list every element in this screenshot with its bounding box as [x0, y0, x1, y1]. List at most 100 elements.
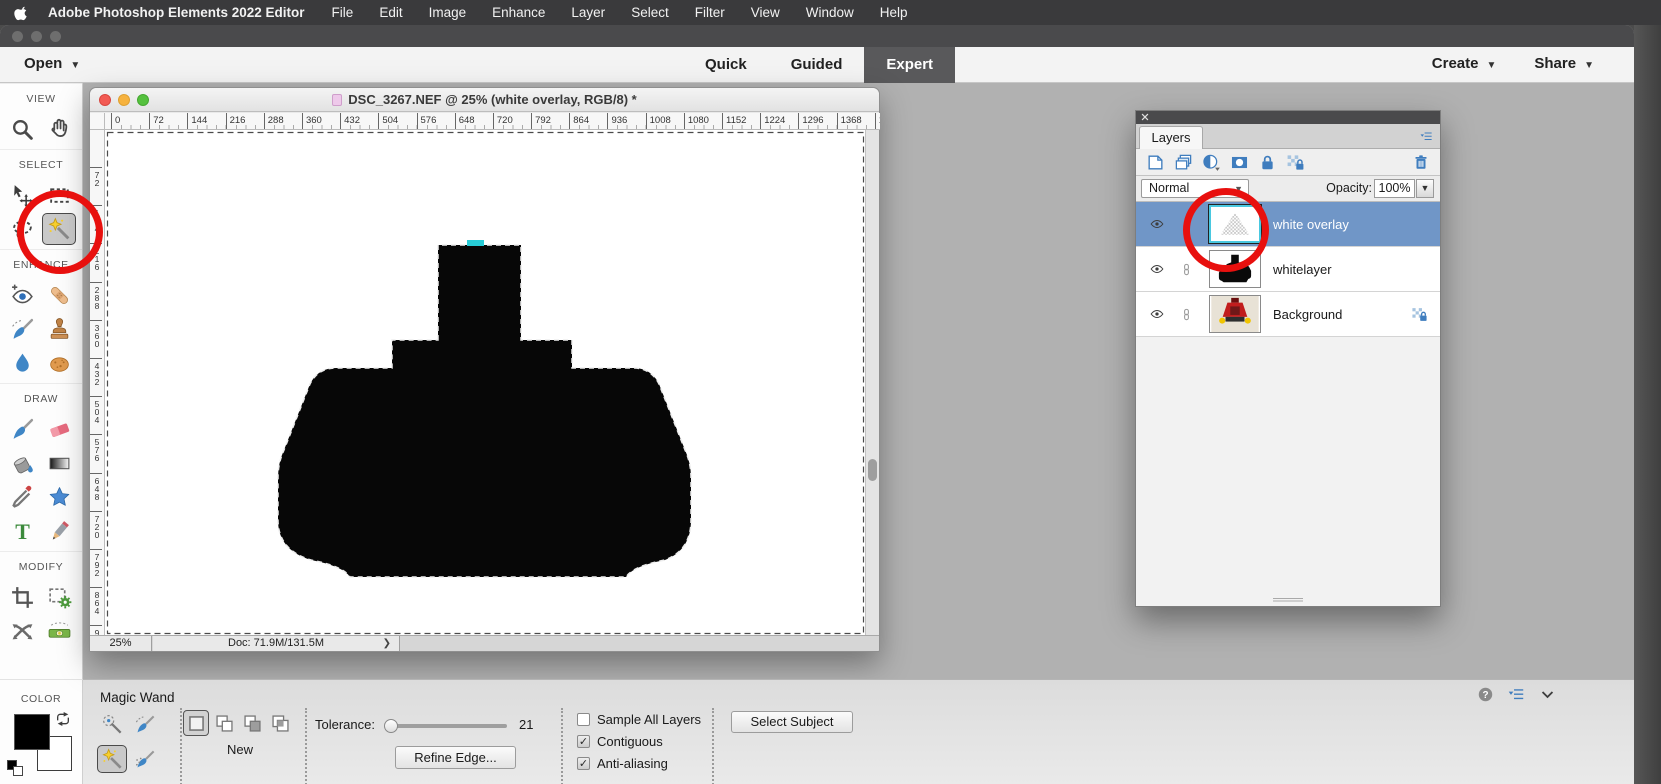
menubar-item-select[interactable]: Select [618, 5, 682, 20]
tool-options-menu-icon[interactable] [1508, 686, 1525, 703]
type-tool[interactable]: T [4, 514, 41, 548]
section-label: SELECT [18, 159, 64, 171]
apple-icon[interactable] [14, 5, 30, 21]
doc-size-field[interactable]: Doc: 71.9M/131.5M ❯ [153, 636, 400, 651]
straighten-tool[interactable] [41, 614, 78, 648]
auto-selection-variant[interactable] [97, 780, 127, 784]
layers-panel-header[interactable] [1136, 111, 1440, 124]
lock-transparent-icon[interactable] [1286, 153, 1305, 172]
menubar-item-view[interactable]: View [738, 5, 793, 20]
swap-colors-icon[interactable] [55, 711, 71, 727]
layer-visibility-eye-icon[interactable] [1148, 217, 1166, 231]
add-selection-mode[interactable] [211, 710, 237, 736]
menubar-item-window[interactable]: Window [793, 5, 867, 20]
opacity-dropdown-button[interactable]: ▼ [1416, 179, 1434, 198]
tolerance-slider[interactable] [384, 719, 507, 733]
status-menu-chevron-icon[interactable]: ❯ [383, 636, 391, 651]
menubar-item-enhance[interactable]: Enhance [479, 5, 558, 20]
slider-thumb[interactable] [384, 719, 398, 733]
desktop-background [1634, 25, 1661, 784]
default-colors-icon[interactable] [7, 760, 25, 778]
content-aware-move-tool[interactable] [4, 614, 41, 648]
window-minimize-button[interactable] [31, 31, 42, 42]
delete-layer-icon[interactable] [1412, 153, 1430, 171]
crop-tool[interactable] [4, 580, 41, 614]
adjustment-layer-icon[interactable] [1202, 153, 1221, 172]
layer-thumbnail[interactable] [1209, 295, 1261, 333]
clone-stamp-tool[interactable] [41, 312, 78, 346]
checkbox[interactable] [577, 712, 590, 726]
lock-all-icon[interactable] [1258, 153, 1277, 172]
recompose-tool[interactable] [41, 580, 78, 614]
selection-brush-variant[interactable] [130, 710, 160, 738]
eraser-tool[interactable] [41, 412, 78, 446]
hand-tool[interactable] [41, 112, 78, 146]
share-button[interactable]: Share ▼ [1534, 55, 1594, 72]
layer-row-background[interactable]: Background [1136, 292, 1440, 337]
layer-link-icon[interactable] [1180, 305, 1193, 324]
menubar-item-help[interactable]: Help [867, 5, 921, 20]
refine-edge-button[interactable]: Refine Edge... [395, 746, 516, 769]
menubar-item-image[interactable]: Image [416, 5, 480, 20]
document-vertical-scrollbar[interactable] [865, 130, 879, 636]
zoom-tool[interactable] [4, 112, 41, 146]
scrollbar-thumb[interactable] [868, 459, 877, 481]
layer-visibility-eye-icon[interactable] [1148, 307, 1166, 321]
quick-selection-variant[interactable] [97, 710, 127, 738]
window-titlebar[interactable] [0, 25, 1634, 47]
window-close-button[interactable] [12, 31, 23, 42]
intersect-selection-mode[interactable] [267, 710, 293, 736]
foreground-color-swatch[interactable] [14, 714, 50, 750]
new-layer-icon[interactable] [1146, 153, 1165, 172]
shape-tool[interactable] [41, 480, 78, 514]
zoom-level-field[interactable]: 25% [90, 636, 152, 651]
pencil-tool[interactable] [41, 514, 78, 548]
close-icon[interactable] [1140, 112, 1150, 122]
select-subject-button[interactable]: Select Subject [731, 711, 853, 733]
subtract-selection-mode[interactable] [239, 710, 265, 736]
recompose-icon [47, 585, 72, 610]
layer-name[interactable]: white overlay [1273, 217, 1349, 232]
checkbox[interactable]: ✓ [577, 734, 590, 748]
help-icon[interactable]: ? [1477, 686, 1494, 703]
layer-name[interactable]: Background [1273, 307, 1342, 322]
healing-tool[interactable] [41, 278, 78, 312]
tab-guided[interactable]: Guided [769, 47, 865, 83]
checkbox[interactable]: ✓ [577, 756, 590, 770]
blur-tool[interactable] [4, 346, 41, 380]
document-titlebar[interactable]: DSC_3267.NEF @ 25% (white overlay, RGB/8… [90, 88, 879, 112]
window-zoom-button[interactable] [50, 31, 61, 42]
opacity-field[interactable]: 100% [1374, 179, 1415, 198]
collapse-panel-icon[interactable] [1539, 686, 1556, 703]
open-button[interactable]: Open ▼ [24, 55, 80, 72]
eyedropper-tool[interactable] [4, 480, 41, 514]
layer-mask-icon[interactable] [1230, 153, 1249, 172]
menubar-item-filter[interactable]: Filter [682, 5, 738, 20]
panel-menu-icon[interactable] [1419, 130, 1434, 143]
tab-expert[interactable]: Expert [864, 47, 956, 83]
ruler-tick: 1080 [683, 113, 724, 129]
layer-name[interactable]: whitelayer [1273, 262, 1332, 277]
gradient-tool[interactable] [41, 446, 78, 480]
new-selection-mode[interactable] [183, 710, 209, 736]
layer-row-white-overlay[interactable]: white overlay [1136, 202, 1440, 247]
brush-tool[interactable] [4, 412, 41, 446]
panel-resize-grip[interactable] [1273, 598, 1303, 603]
tab-quick[interactable]: Quick [683, 47, 769, 83]
refine-brush-variant[interactable] [130, 745, 160, 773]
create-button[interactable]: Create ▼ [1432, 55, 1497, 72]
red-eye-tool[interactable] [4, 278, 41, 312]
new-group-icon[interactable] [1174, 153, 1193, 172]
tab-layers[interactable]: Layers [1139, 126, 1203, 149]
menubar-item-file[interactable]: File [319, 5, 367, 20]
menubar-item-edit[interactable]: Edit [366, 5, 415, 20]
layer-row-whitelayer[interactable]: whitelayer [1136, 247, 1440, 292]
magic-wand-variant[interactable] [97, 745, 127, 773]
layer-link-icon[interactable] [1180, 260, 1193, 279]
layer-visibility-eye-icon[interactable] [1148, 262, 1166, 276]
smart-brush-tool[interactable] [4, 312, 41, 346]
paint-bucket-tool[interactable] [4, 446, 41, 480]
canvas[interactable] [105, 130, 866, 636]
menubar-item-layer[interactable]: Layer [558, 5, 618, 20]
sponge-tool[interactable] [41, 346, 78, 380]
